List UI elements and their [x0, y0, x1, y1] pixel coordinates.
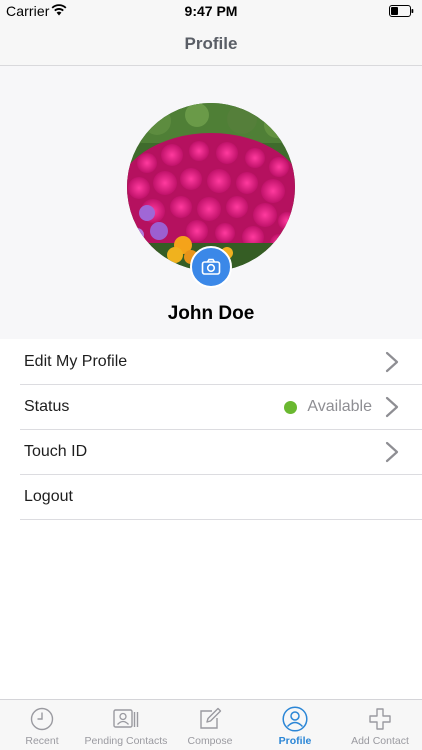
- status-bar: Carrier 9:47 PM: [0, 0, 422, 22]
- page-title: Profile: [184, 34, 238, 53]
- status-indicator-dot: [284, 401, 297, 414]
- clock-icon: [30, 707, 54, 731]
- tab-bar: Recent Pending Contacts Compose Profile …: [0, 699, 422, 750]
- tab-profile[interactable]: Profile: [253, 700, 337, 750]
- logout-label: Logout: [24, 488, 73, 505]
- profile-name: John Doe: [167, 303, 255, 324]
- tab-compose[interactable]: Compose: [168, 700, 252, 750]
- chevron-right-icon: [385, 396, 399, 418]
- status-value: Available: [307, 398, 372, 415]
- tab-add-contact-label: Add Contact: [351, 735, 409, 747]
- profile-header: John Doe: [0, 66, 422, 339]
- profile-menu: Edit My Profile Status Available Touch I…: [0, 340, 422, 520]
- navigation-bar: Profile: [0, 22, 422, 66]
- clock: 9:47 PM: [184, 3, 238, 19]
- edit-profile-label: Edit My Profile: [24, 353, 128, 370]
- tab-compose-label: Compose: [187, 735, 233, 747]
- chevron-right-icon: [385, 441, 399, 463]
- camera-icon: [201, 258, 221, 275]
- status-row[interactable]: Status Available: [0, 385, 422, 430]
- plus-icon: [369, 708, 391, 730]
- change-photo-button[interactable]: [190, 246, 232, 288]
- edit-profile-row[interactable]: Edit My Profile: [0, 340, 422, 385]
- contact-card-icon: [113, 709, 139, 728]
- person-icon: [282, 706, 308, 732]
- touch-id-label: Touch ID: [24, 443, 88, 460]
- tab-recent-label: Recent: [25, 735, 59, 747]
- row-divider: [20, 519, 422, 520]
- chevron-right-icon: [385, 351, 399, 373]
- tab-add-contact[interactable]: Add Contact: [338, 700, 422, 750]
- tab-profile-label: Profile: [278, 735, 312, 747]
- touch-id-row[interactable]: Touch ID: [0, 430, 422, 475]
- tab-pending-contacts[interactable]: Pending Contacts: [84, 700, 168, 750]
- battery-icon: [389, 5, 414, 17]
- compose-icon: [200, 707, 222, 729]
- tab-recent[interactable]: Recent: [0, 700, 84, 750]
- status-label: Status: [24, 398, 70, 415]
- tab-pending-contacts-label: Pending Contacts: [84, 735, 168, 747]
- logout-row[interactable]: Logout: [0, 475, 422, 520]
